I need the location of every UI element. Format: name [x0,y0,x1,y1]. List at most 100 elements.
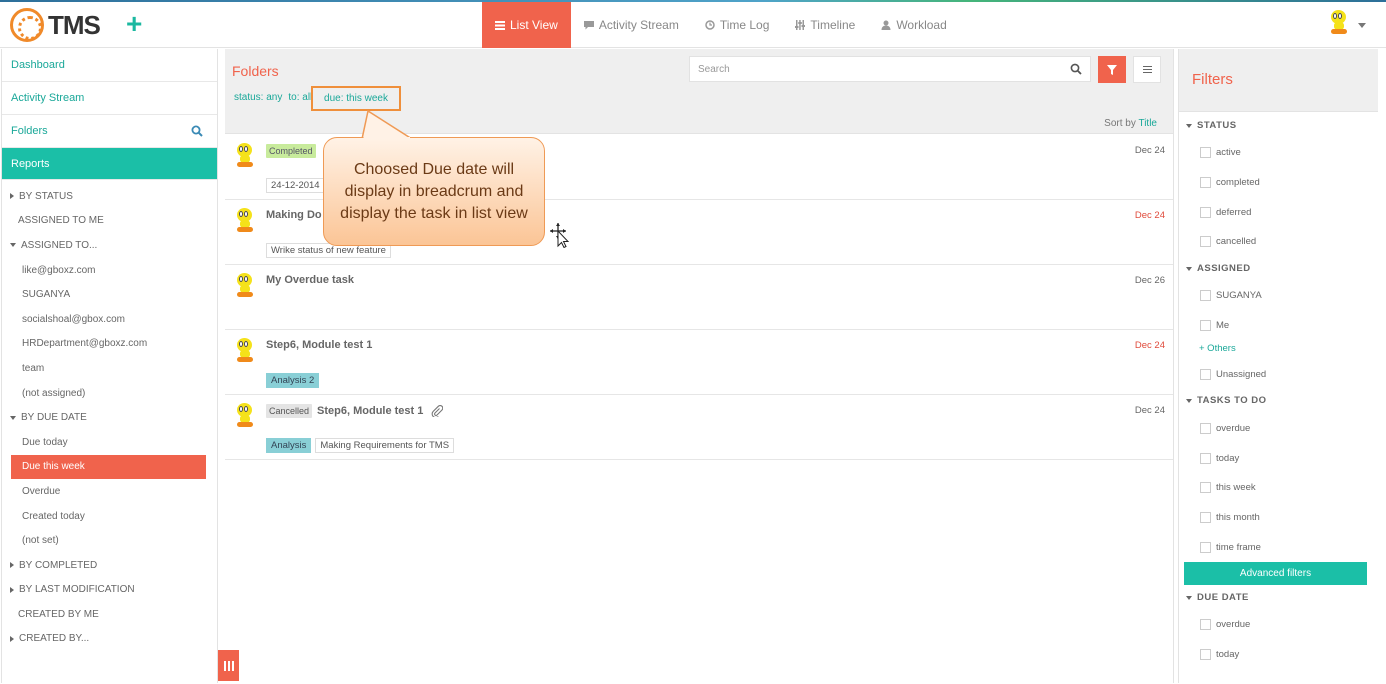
search-input[interactable] [690,57,1060,81]
tag[interactable]: 24-12-2014 [266,178,325,193]
user-avatar[interactable] [1328,10,1354,38]
report-label: ASSIGNED TO... [21,239,98,251]
checkbox[interactable] [1200,453,1211,464]
filter-option[interactable]: time frame [1200,542,1261,553]
filter-option[interactable]: today [1200,453,1239,464]
report-due-this-week[interactable]: Due this week [11,454,206,480]
checkbox[interactable] [1200,369,1211,380]
sidebar-item-folders[interactable]: Folders [2,115,217,148]
filter-group-assigned[interactable]: ASSIGNED [1186,263,1251,274]
task-heading: Making Do [266,209,322,221]
report-overdue[interactable]: Overdue [2,479,217,504]
filter-option[interactable]: active [1200,147,1241,158]
search-icon[interactable] [1070,63,1082,75]
report-label: HRDepartment@gboxz.com [22,338,148,350]
folder-tag[interactable]: Analysis 2 [266,373,320,388]
checkbox[interactable] [1200,649,1211,660]
breadcrumb-due-highlighted[interactable]: due: this week [311,86,401,111]
report-assignee[interactable]: (not assigned) [2,381,217,406]
report-group-by-last-modification[interactable]: BY LAST MODIFICATION [2,578,217,603]
timeline-icon [795,20,806,30]
filter-option[interactable]: completed [1200,177,1260,188]
breadcrumb-due: due: this week [324,93,388,104]
report-assigned-to-me[interactable]: ASSIGNED TO ME [2,209,217,234]
task-title[interactable]: Making Do [266,209,322,221]
breadcrumb-status[interactable]: status: any [234,92,282,103]
task-row[interactable]: Cancelled Step6, Module test 1 Dec 24 An… [225,395,1173,460]
others-link[interactable]: + Others [1199,343,1236,354]
menu-button[interactable] [1133,56,1161,83]
filter-option[interactable]: today [1200,649,1239,660]
task-row[interactable]: My Overdue task Dec 26 [225,265,1173,330]
chevron-down-icon[interactable] [1358,23,1366,28]
filter-option[interactable]: overdue [1200,423,1250,434]
checkbox[interactable] [1200,619,1211,630]
report-assignee[interactable]: team [2,356,217,381]
tab-timeline[interactable]: Timeline [782,2,868,48]
advanced-filters-button[interactable]: Advanced filters [1184,562,1367,585]
tab-activity-stream[interactable]: Activity Stream [571,2,692,48]
report-assignee[interactable]: socialshoal@gbox.com [2,307,217,332]
task-row[interactable]: Step6, Module test 1 Dec 24 Analysis 2 [225,330,1173,395]
report-assignee[interactable]: like@gboxz.com [2,258,217,283]
report-not-set[interactable]: (not set) [2,528,217,553]
checkbox[interactable] [1200,423,1211,434]
sidebar-item-reports[interactable]: Reports [2,148,217,180]
report-group-by-completed[interactable]: BY COMPLETED [2,553,217,578]
checkbox[interactable] [1200,542,1211,553]
checkbox[interactable] [1200,512,1211,523]
filter-option-label: overdue [1216,423,1251,434]
filter-option[interactable]: Me [1200,320,1229,331]
report-group-by-status[interactable]: BY STATUS [2,184,217,209]
filter-option[interactable]: deferred [1200,207,1251,218]
filter-option[interactable]: this week [1200,482,1256,493]
filters-title: Filters [1192,71,1233,88]
checkbox[interactable] [1200,147,1211,158]
filter-group-tasks-to-do[interactable]: TASKS TO DO [1186,395,1267,406]
report-created-today[interactable]: Created today [2,504,217,529]
breadcrumb-to[interactable]: to: all [288,92,312,103]
filter-group-due-date[interactable]: DUE DATE [1186,592,1249,603]
app-logo[interactable]: TMS [10,8,101,42]
task-heading: My Overdue task [266,274,354,286]
filter-option[interactable]: Unassigned [1200,369,1266,380]
filter-group-label: TASKS TO DO [1197,395,1267,406]
report-due-today[interactable]: Due today [2,430,217,455]
task-title[interactable]: My Overdue task [266,274,354,286]
report-group-assigned-to[interactable]: ASSIGNED TO... [2,233,217,258]
report-group-by-due-date[interactable]: BY DUE DATE [2,405,217,430]
tab-workload[interactable]: Workload [868,2,959,48]
search-icon[interactable] [191,125,203,137]
filter-option[interactable]: cancelled [1200,236,1256,247]
checkbox[interactable] [1200,320,1211,331]
sidebar-item-dashboard[interactable]: Dashboard [2,49,217,82]
sort-label: Sort by [1104,118,1136,129]
filter-button[interactable] [1098,56,1126,83]
add-button[interactable]: + [126,10,142,38]
folder-tag[interactable]: Analysis [266,438,312,453]
filter-group-status[interactable]: STATUS [1186,120,1237,131]
tab-time-log[interactable]: Time Log [692,2,783,48]
filter-option[interactable]: overdue [1200,619,1250,630]
checkbox[interactable] [1200,177,1211,188]
task-title[interactable]: Step6, Module test 1 [317,405,423,417]
task-heading: Step6, Module test 1 [266,339,372,351]
sort-value[interactable]: Title [1138,118,1157,129]
tab-list-view[interactable]: List View [482,2,571,48]
filter-option[interactable]: SUGANYA [1200,290,1262,301]
report-group-created-by[interactable]: CREATED BY... [2,627,217,652]
report-assignee[interactable]: HRDepartment@gboxz.com [2,332,217,357]
top-bar: TMS + List View Activity Stream Time Log… [0,0,1386,48]
checkbox[interactable] [1200,482,1211,493]
checkbox[interactable] [1200,290,1211,301]
sidebar-item-label: Folders [11,125,48,137]
sidebar-item-activity-stream[interactable]: Activity Stream [2,82,217,115]
tag[interactable]: Making Requirements for TMS [315,438,455,453]
report-created-by-me[interactable]: CREATED BY ME [2,602,217,627]
task-title[interactable]: Step6, Module test 1 [266,339,372,351]
report-assignee[interactable]: SUGANYA [2,282,217,307]
checkbox[interactable] [1200,236,1211,247]
filter-option[interactable]: this month [1200,512,1260,523]
checkbox[interactable] [1200,207,1211,218]
list-header: Folders status: any to: all due: this we… [225,49,1173,134]
